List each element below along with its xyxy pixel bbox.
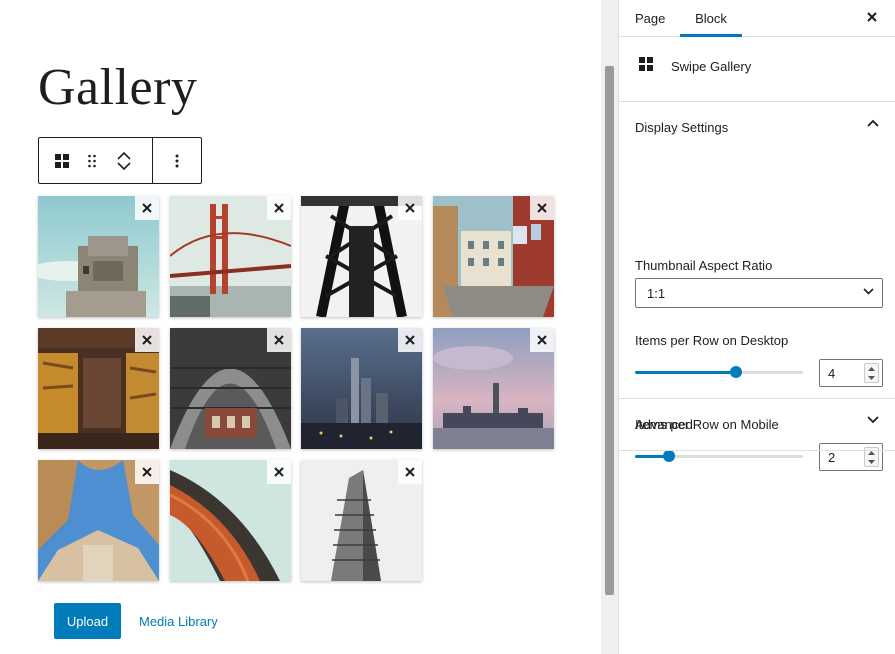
remove-image-button[interactable] bbox=[398, 460, 422, 484]
drag-handle-button[interactable] bbox=[85, 138, 99, 183]
thumbnail-ratio-select[interactable]: 1:1 bbox=[635, 278, 883, 308]
drag-handle-icon bbox=[88, 154, 96, 167]
close-icon bbox=[537, 335, 547, 345]
desktop-items-input[interactable]: 4 bbox=[819, 359, 883, 387]
block-card: Swipe Gallery bbox=[619, 37, 895, 102]
close-icon bbox=[274, 203, 284, 213]
tab-page[interactable]: Page bbox=[635, 0, 665, 37]
upload-button[interactable]: Upload bbox=[54, 603, 121, 639]
remove-image-button[interactable] bbox=[398, 328, 422, 352]
chevron-up-icon bbox=[867, 119, 879, 127]
slider-handle[interactable] bbox=[663, 450, 675, 462]
chevron-up-icon bbox=[117, 151, 131, 160]
desktop-items-value: 4 bbox=[828, 365, 836, 381]
more-vertical-icon bbox=[175, 154, 179, 167]
advanced-toggle[interactable]: Advanced bbox=[619, 399, 895, 451]
grid-icon bbox=[639, 57, 653, 71]
close-icon bbox=[537, 203, 547, 213]
display-settings-panel: Display Settings Thumbnail Aspect Ratio … bbox=[619, 102, 895, 471]
caret-up-icon bbox=[868, 366, 875, 371]
gallery-image-concrete-bunker[interactable] bbox=[38, 196, 159, 317]
close-icon bbox=[142, 335, 152, 345]
close-sidebar-button[interactable] bbox=[859, 4, 885, 30]
gallery-image-golden-gate-bridge[interactable] bbox=[170, 196, 291, 317]
grid-icon bbox=[55, 153, 69, 168]
thumbnail-ratio-value: 1:1 bbox=[647, 285, 666, 301]
chevron-down-icon bbox=[867, 416, 879, 424]
close-icon bbox=[405, 335, 415, 345]
remove-image-button[interactable] bbox=[530, 328, 554, 352]
remove-image-button[interactable] bbox=[267, 460, 291, 484]
editor-canvas: Gallery Upload Media Library bbox=[0, 0, 601, 654]
close-icon bbox=[142, 467, 152, 477]
remove-image-button[interactable] bbox=[530, 196, 554, 220]
close-icon bbox=[274, 335, 284, 345]
slider-fill bbox=[635, 371, 736, 374]
display-settings-toggle[interactable]: Display Settings bbox=[619, 102, 895, 154]
gallery-image-curved-red-building[interactable] bbox=[170, 460, 291, 581]
move-buttons bbox=[99, 138, 149, 183]
remove-image-button[interactable] bbox=[398, 196, 422, 220]
close-icon bbox=[867, 12, 877, 22]
gallery-image-skyline-pink-sky[interactable] bbox=[433, 328, 554, 449]
remove-image-button[interactable] bbox=[267, 196, 291, 220]
caret-down-icon bbox=[868, 459, 875, 464]
caret-down-icon bbox=[868, 375, 875, 380]
desktop-items-slider[interactable] bbox=[635, 362, 803, 382]
chevron-down-icon bbox=[117, 161, 131, 170]
close-icon bbox=[405, 203, 415, 213]
remove-image-button[interactable] bbox=[267, 328, 291, 352]
panel-title: Display Settings bbox=[635, 120, 729, 135]
advanced-panel: Advanced bbox=[619, 399, 895, 451]
close-icon bbox=[405, 467, 415, 477]
chevron-down-icon bbox=[863, 288, 874, 295]
close-icon bbox=[142, 203, 152, 213]
panel-title: Advanced bbox=[635, 417, 693, 432]
gallery-image-steel-tower[interactable] bbox=[301, 196, 422, 317]
block-toolbar bbox=[38, 137, 202, 184]
remove-image-button[interactable] bbox=[135, 460, 159, 484]
mobile-items-value: 2 bbox=[828, 449, 836, 465]
move-down-button[interactable] bbox=[117, 161, 131, 170]
media-library-button[interactable]: Media Library bbox=[139, 603, 218, 639]
gallery-image-arched-hall-ceiling[interactable] bbox=[170, 328, 291, 449]
tab-block[interactable]: Block bbox=[680, 0, 742, 37]
gallery-image-city-skyline-dusk[interactable] bbox=[301, 328, 422, 449]
number-stepper[interactable] bbox=[864, 363, 879, 383]
move-up-button[interactable] bbox=[117, 151, 131, 160]
thumbnail-ratio-label: Thumbnail Aspect Ratio bbox=[635, 258, 773, 273]
desktop-items-label: Items per Row on Desktop bbox=[635, 333, 789, 348]
settings-sidebar: Page Block Swipe Gallery Display Setting… bbox=[618, 0, 895, 654]
remove-image-button[interactable] bbox=[135, 328, 159, 352]
remove-image-button[interactable] bbox=[135, 196, 159, 220]
gallery-image-flatiron-building[interactable] bbox=[301, 460, 422, 581]
toolbar-group bbox=[39, 138, 153, 183]
more-options-button[interactable] bbox=[153, 138, 201, 183]
gallery-image-street-with-laundry[interactable] bbox=[433, 196, 554, 317]
caret-up-icon bbox=[868, 450, 875, 455]
close-icon bbox=[274, 467, 284, 477]
block-name: Swipe Gallery bbox=[671, 59, 752, 74]
page-title[interactable]: Gallery bbox=[38, 58, 197, 117]
scrollbar-thumb[interactable] bbox=[605, 66, 614, 595]
block-type-button[interactable] bbox=[39, 138, 85, 183]
sidebar-tabs: Page Block bbox=[619, 0, 895, 37]
gallery-image-rusty-doors[interactable] bbox=[38, 328, 159, 449]
gallery-image-courtyard-looking-up[interactable] bbox=[38, 460, 159, 581]
slider-handle[interactable] bbox=[730, 366, 742, 378]
